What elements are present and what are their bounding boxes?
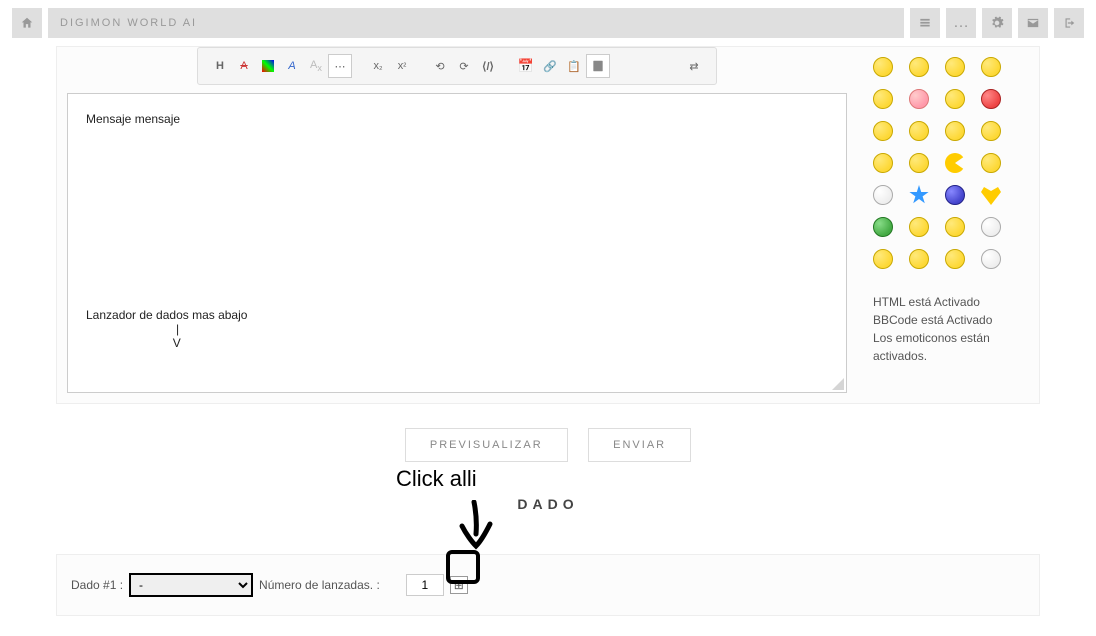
resize-handle-icon[interactable]	[832, 378, 844, 390]
top-bar: DIGIMON WORLD AI …	[0, 0, 1096, 46]
emoji-neutral[interactable]	[909, 121, 929, 141]
code-button[interactable]: ⟨/⟩	[476, 54, 500, 78]
status-emoticons: Los emoticonos están activados.	[873, 329, 1035, 365]
emoji-rolleyes[interactable]	[945, 121, 965, 141]
color-button[interactable]	[256, 54, 280, 78]
header-actions: …	[910, 8, 1084, 38]
add-dice-button[interactable]: ⊞	[450, 576, 468, 594]
throws-label: Número de lanzadas. :	[259, 578, 380, 592]
editor-status: HTML está Activado BBCode está Activado …	[873, 293, 1035, 365]
font-button[interactable]: A	[232, 54, 256, 78]
emoji-question[interactable]	[873, 153, 893, 173]
emoji-cry[interactable]	[945, 249, 965, 269]
emoji-laugh[interactable]	[945, 57, 965, 77]
send-button[interactable]: ENVIAR	[588, 428, 691, 462]
date-button[interactable]: 📅	[514, 54, 538, 78]
emoji-dizzy[interactable]	[909, 217, 929, 237]
emoji-heart[interactable]	[981, 185, 1001, 205]
emoji-pacman[interactable]	[945, 153, 965, 173]
link-button[interactable]: 🔗	[538, 54, 562, 78]
emoji-meh[interactable]	[981, 153, 1001, 173]
emoji-cool[interactable]	[981, 57, 1001, 77]
message-textarea[interactable]: Mensaje mensaje Lanzador de dados mas ab…	[68, 94, 846, 392]
preview-button[interactable]: PREVISUALIZAR	[405, 428, 568, 462]
emoji-smile[interactable]	[873, 57, 893, 77]
superscript-button[interactable]: x²	[390, 54, 414, 78]
emoji-star[interactable]	[909, 185, 929, 205]
emoji-cyclops[interactable]	[945, 217, 965, 237]
emoji-exclaim[interactable]	[981, 121, 1001, 141]
header-button[interactable]: H	[208, 54, 232, 78]
emoji-blush[interactable]	[909, 89, 929, 109]
dice-row: Dado #1 : - Número de lanzadas. : ⊞	[56, 554, 1040, 616]
action-row: PREVISUALIZAR ENVIAR	[56, 404, 1040, 486]
settings-button[interactable]	[982, 8, 1012, 38]
emoji-skull[interactable]	[873, 185, 893, 205]
list-button[interactable]	[910, 8, 940, 38]
breadcrumb[interactable]: DIGIMON WORLD AI	[48, 8, 904, 38]
dice-label: Dado #1 :	[71, 578, 123, 592]
emoji-ball[interactable]	[945, 185, 965, 205]
switch-mode-button[interactable]: ⇄	[682, 54, 706, 78]
status-bbcode: BBCode está Activado	[873, 311, 1035, 329]
emoji-confused[interactable]	[981, 249, 1001, 269]
logout-button[interactable]	[1054, 8, 1084, 38]
status-html: HTML está Activado	[873, 293, 1035, 311]
redo-button[interactable]: ⟳	[452, 54, 476, 78]
more-button[interactable]: …	[946, 8, 976, 38]
emoji-panel: HTML está Activado BBCode está Activado …	[869, 47, 1039, 403]
paste-button[interactable]: 📋	[562, 54, 586, 78]
editor-container: Mensaje mensaje Lanzador de dados mas ab…	[67, 93, 847, 393]
emoji-sad[interactable]	[945, 89, 965, 109]
dice-section: Click alli DADO Dado #1 : - Número de la…	[56, 496, 1040, 616]
clear-format-button[interactable]: Ax	[304, 54, 328, 78]
more-format-button[interactable]: ⋯	[328, 54, 352, 78]
undo-button[interactable]: ⟲	[428, 54, 452, 78]
source-mode-button[interactable]	[586, 54, 610, 78]
emoji-surprised[interactable]	[909, 249, 929, 269]
ellipsis-icon: …	[953, 14, 969, 32]
editor-section: H A A Ax ⋯ x₂ x² ⟲ ⟳ ⟨/⟩	[56, 46, 1040, 404]
emoji-tongue[interactable]	[873, 89, 893, 109]
dice-select[interactable]: -	[129, 573, 253, 597]
home-button[interactable]	[12, 8, 42, 38]
emoji-clock[interactable]	[981, 217, 1001, 237]
dice-heading: DADO	[56, 496, 1040, 512]
emoji-cat[interactable]	[873, 121, 893, 141]
subscript-button[interactable]: x₂	[366, 54, 390, 78]
emoji-sick[interactable]	[873, 217, 893, 237]
emoji-grin[interactable]	[909, 57, 929, 77]
emoji-idea[interactable]	[909, 153, 929, 173]
editor-toolbar: H A A Ax ⋯ x₂ x² ⟲ ⟳ ⟨/⟩	[197, 47, 717, 85]
breadcrumb-text: DIGIMON WORLD AI	[60, 17, 197, 29]
emoji-angry[interactable]	[981, 89, 1001, 109]
mail-button[interactable]	[1018, 8, 1048, 38]
emoji-wink[interactable]	[873, 249, 893, 269]
font-a-button[interactable]: A	[280, 54, 304, 78]
throws-input[interactable]	[406, 574, 444, 596]
